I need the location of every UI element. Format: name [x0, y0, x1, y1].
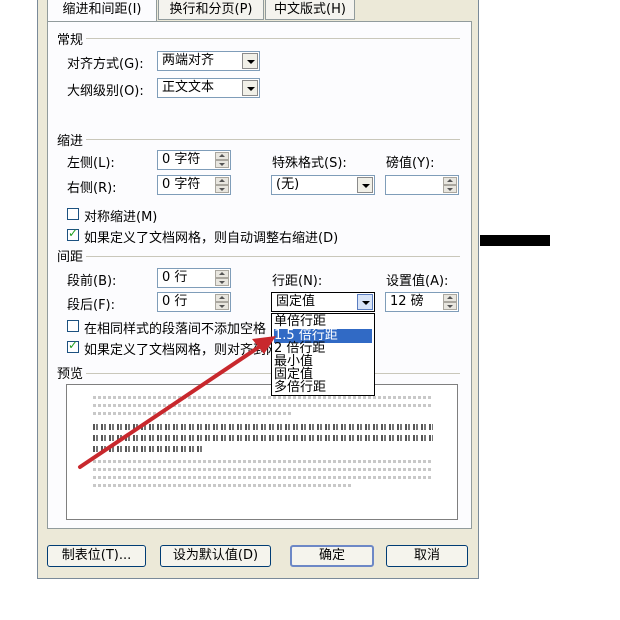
set-default-button[interactable]: 设为默认值(D)	[160, 545, 271, 567]
annotation-arrow-icon	[78, 336, 276, 469]
cancel-button[interactable]: 取消	[386, 545, 468, 567]
ok-button[interactable]: 确定	[290, 545, 374, 567]
tabs-button[interactable]: 制表位(T)...	[47, 545, 146, 567]
